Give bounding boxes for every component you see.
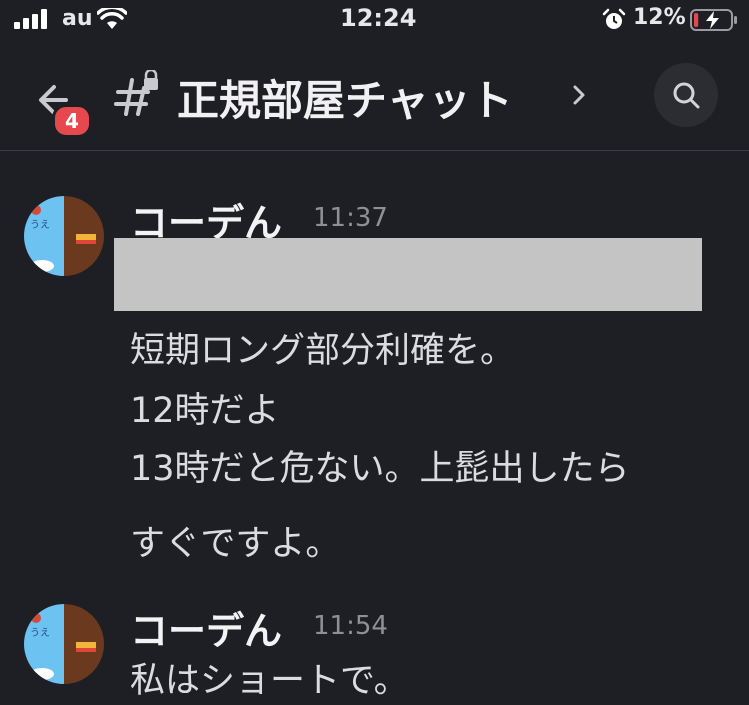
message-line: 私はショートで。 — [130, 661, 409, 701]
search-icon — [673, 82, 700, 109]
battery-icon — [690, 9, 737, 31]
battery-percent: 12% — [633, 5, 686, 30]
signal-icon — [14, 9, 47, 29]
unread-badge: 4 — [52, 104, 92, 138]
alarm-icon — [602, 8, 626, 29]
message-time: 11:37 — [313, 203, 388, 233]
carrier-label: au — [62, 6, 93, 31]
message-line: 短期ロング部分利確を。 — [130, 331, 516, 371]
status-bar: au 12:24 12% — [0, 0, 749, 40]
channel-title[interactable]: 正規部屋チャット — [177, 67, 513, 128]
private-channel-icon — [114, 70, 158, 116]
chevron-right-icon[interactable] — [570, 82, 588, 108]
redacted-content — [114, 238, 702, 311]
message-line: すぐですよ。 — [130, 524, 341, 564]
svg-text:うえ: うえ — [30, 627, 50, 639]
message-time: 11:54 — [313, 611, 388, 641]
message-author[interactable]: コーデん — [130, 600, 282, 655]
svg-text:うえ: うえ — [30, 219, 50, 231]
avatar[interactable]: うえ — [24, 196, 104, 276]
message-line: 12時だよ — [130, 391, 280, 431]
wifi-icon — [97, 8, 127, 29]
search-button[interactable] — [654, 63, 718, 127]
clock-time: 12:24 — [340, 4, 417, 32]
avatar[interactable]: うえ — [24, 604, 104, 684]
message-line: 13時だと危ない。上髭出したら — [130, 449, 630, 489]
